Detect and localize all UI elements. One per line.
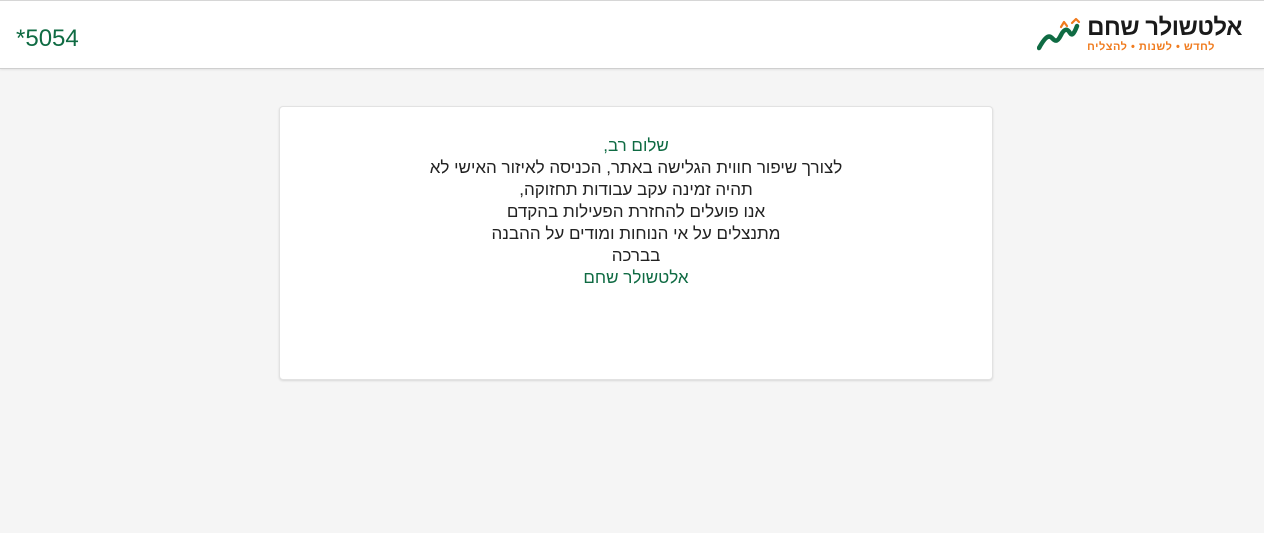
notice-line: לצורך שיפור חווית הגלישה באתר, הכניסה לא… [429, 158, 843, 177]
maintenance-message: שלום רב, לצורך שיפור חווית הגלישה באתר, … [280, 135, 992, 289]
top-header: *5054 אלטשולר שחם לחדש • לשנות • להצליח [0, 0, 1264, 69]
notice-line: בברכה [611, 246, 661, 265]
notice-line: תהיה זמינה עקב עבודות תחזוקה, [519, 180, 753, 199]
notice-greeting: שלום רב, [603, 136, 669, 155]
growth-arrow-logo-icon [1037, 17, 1081, 51]
altshuler-shaham-logo[interactable]: אלטשולר שחם לחדש • לשנות • להצליח [1036, 15, 1242, 55]
maintenance-notice-card: שלום רב, לצורך שיפור חווית הגלישה באתר, … [279, 106, 993, 380]
logo-name: אלטשולר שחם [1087, 14, 1242, 41]
logo-text: אלטשולר שחם לחדש • לשנות • להצליח [1087, 16, 1242, 54]
logo-tagline: לחדש • לשנות • להצליח [1087, 41, 1215, 53]
notice-line: אנו פועלים להחזרת הפעילות בהקדם [506, 202, 766, 221]
notice-signature: אלטשולר שחם [583, 268, 689, 287]
notice-line: מתנצלים על אי הנוחות ומודים על ההבנה [491, 224, 781, 243]
phone-number-link[interactable]: *5054 [16, 25, 79, 53]
